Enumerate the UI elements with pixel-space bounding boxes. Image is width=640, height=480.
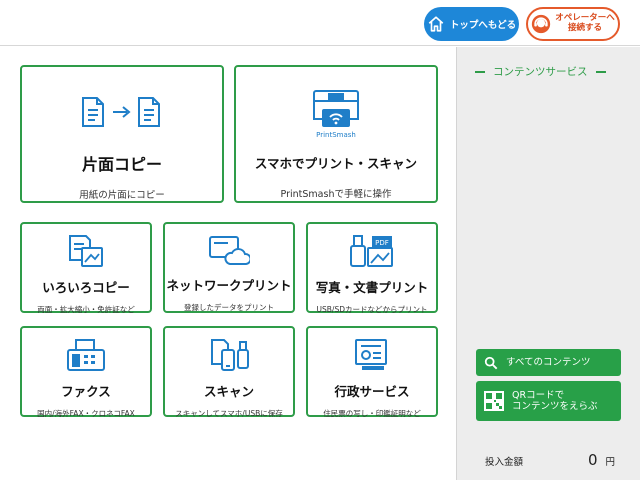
certificate-icon [352,338,392,372]
various-copy-title: いろいろコピー [42,280,130,295]
single-copy-tile[interactable]: 片面コピー 用紙の片面にコピー [20,65,224,203]
network-print-icon [208,234,250,266]
content-service-sidebar: コンテンツサービス すべてのコンテンツ QRコードで コンテンツをえらぶ 投入金… [456,47,640,480]
back-to-top-label: トップへもどる [449,20,517,31]
operator-connect-button[interactable]: オペレーターへ 接続する [526,7,620,41]
photo-document-print-title: 写真・文書プリント [315,280,429,295]
network-print-desc: 登録したデータをプリント [184,303,274,312]
operator-icon [532,14,551,34]
all-contents-label: すべてのコンテンツ [506,356,591,368]
smartphone-print-title: スマホでプリント・スキャン [254,156,418,171]
search-icon [484,356,498,369]
fax-title: ファクス [61,384,111,399]
smartphone-print-tile[interactable]: PrintSmash スマホでプリント・スキャン PrintSmashで手軽に操… [234,65,438,203]
qr-select-button[interactable]: QRコードで コンテンツをえらぶ [476,381,621,421]
usb-photo-icon: PDF [348,234,396,268]
qr-code-icon [484,391,504,411]
qr-select-label: QRコードで コンテンツをえらぶ [512,389,598,412]
scan-title: スキャン [203,384,254,399]
smartphone-print-desc: PrintSmashで手軽に操作 [280,189,392,200]
service-menu: 片面コピー 用紙の片面にコピー PrintSmash スマホでプリント・スキャン… [0,47,456,480]
inserted-amount-label: 投入金額 [485,457,524,468]
scan-usb-icon [208,338,250,372]
photo-document-print-tile[interactable]: PDF 写真・文書プリント USB/SDカードなどからプリント [306,222,438,314]
top-bar: トップへもどる オペレーターへ 接続する [0,0,640,46]
network-print-title: ネットワークプリント [166,278,292,293]
printsmash-icon-text: PrintSmash [316,131,356,139]
all-contents-button[interactable]: すべてのコンテンツ [476,349,621,376]
various-copy-desc: 両面・拡大縮小・免許証など [37,305,135,314]
home-icon [428,16,444,32]
multi-copy-icon [66,234,106,268]
fax-machine-icon [66,338,106,372]
inserted-amount-value: 0 [587,451,598,469]
back-to-top-button[interactable]: トップへもどる [424,7,519,41]
fax-tile[interactable]: ファクス 国内/海外FAX・クロネコFAX [20,326,152,418]
network-print-tile[interactable]: ネットワークプリント 登録したデータをプリント [163,222,295,313]
admin-service-tile[interactable]: 行政サービス 住民票の写し・印鑑証明など [306,326,438,418]
admin-service-desc: 住民票の写し・印鑑証明など [323,409,421,418]
inserted-amount-unit: 円 [605,457,615,468]
content-service-heading: コンテンツサービス [475,64,625,79]
fax-desc: 国内/海外FAX・クロネコFAX [37,409,135,418]
single-copy-title: 片面コピー [81,155,162,174]
printsmash-icon: PrintSmash [308,87,364,141]
photo-document-print-desc: USB/SDカードなどからプリント [316,305,428,314]
various-copy-tile[interactable]: いろいろコピー 両面・拡大縮小・免許証など [20,222,152,314]
admin-service-title: 行政サービス [334,384,410,399]
scan-tile[interactable]: スキャン スキャンしてスマホ/USBに保存 [163,326,295,418]
svg-text:PDF: PDF [375,239,389,247]
copy-document-icon [79,93,165,131]
scan-desc: スキャンしてスマホ/USBに保存 [175,409,283,418]
operator-connect-label: オペレーターへ 接続する [555,13,615,33]
content-service-heading-label: コンテンツサービス [493,66,588,78]
inserted-amount: 投入金額 0 円 [485,451,615,469]
single-copy-desc: 用紙の片面にコピー [79,190,165,201]
